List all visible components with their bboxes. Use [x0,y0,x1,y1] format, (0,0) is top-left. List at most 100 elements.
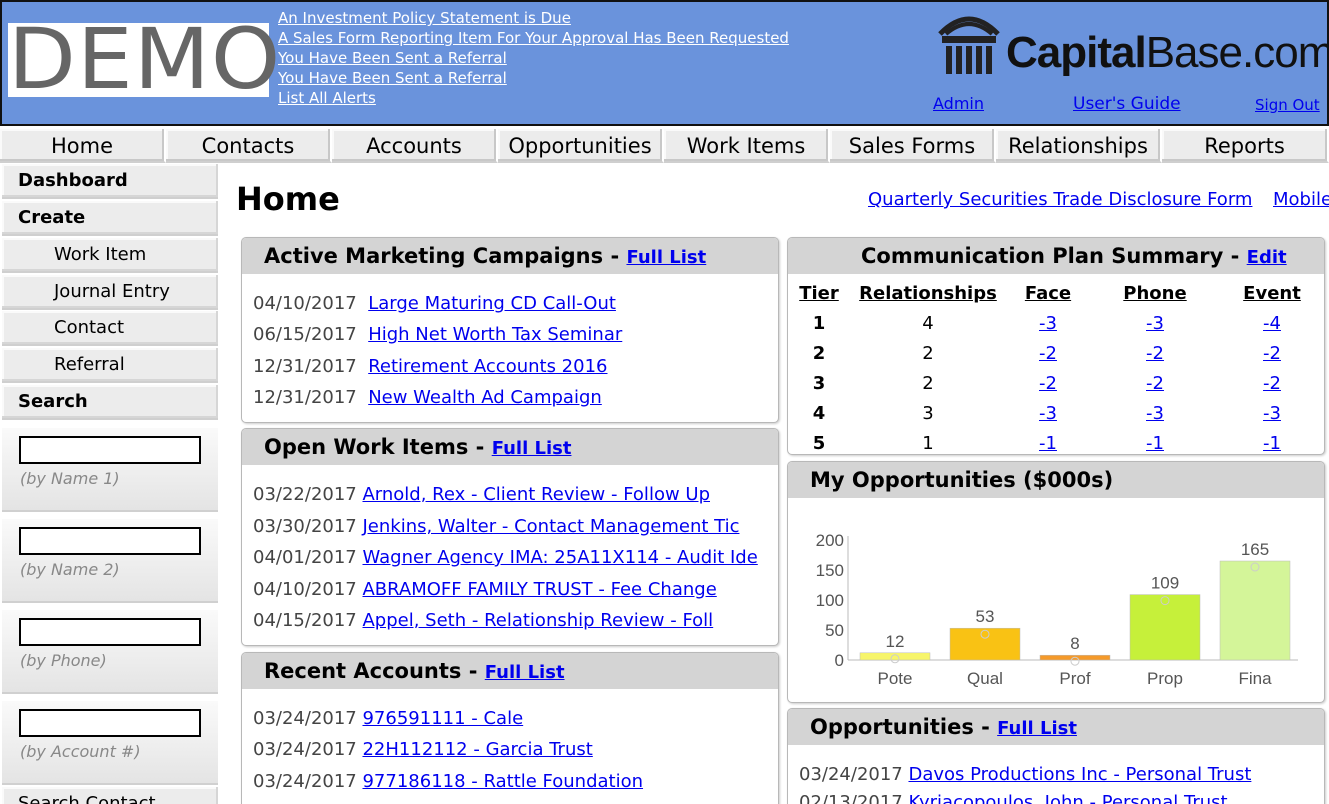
sidebar-create-header: Create [2,201,218,236]
users-guide-link[interactable]: User's Guide [1073,94,1181,114]
alert-link[interactable]: A Sales Form Reporting Item For Your App… [278,28,789,48]
column-building-icon [938,16,1000,74]
face-link[interactable]: -3 [1039,313,1057,334]
tab-reports[interactable]: Reports [1162,128,1329,163]
list-item: 06/15/2017 High Net Worth Tax Seminar [253,324,622,345]
search-box-name2: (by Name 2) [2,519,218,603]
alert-link[interactable]: An Investment Policy Statement is Due [278,8,789,28]
brand-rest: Base.com [1145,28,1329,77]
face-link[interactable]: -1 [1039,433,1057,454]
my-opportunities-panel: My Opportunities ($000s) 0 50 100 150 200 12 P… [787,461,1325,703]
event-link[interactable]: -2 [1263,343,1281,364]
campaigns-full-list-link[interactable]: Full List [626,247,706,268]
event-link[interactable]: -3 [1263,403,1281,424]
phone-link[interactable]: -3 [1146,313,1164,334]
tab-accounts[interactable]: Accounts [332,128,498,163]
demo-logo: DEMO [8,17,280,101]
search-contact-button[interactable]: Search Contact [2,787,218,804]
y-tick-label: 0 [835,651,844,670]
tab-sales-forms[interactable]: Sales Forms [830,128,996,163]
alert-link[interactable]: You Have Been Sent a Referral [278,68,789,88]
work-items-title: Open Work Items - [264,435,492,459]
admin-link[interactable]: Admin [933,94,984,113]
tab-contacts[interactable]: Contacts [166,128,332,163]
y-tick-label: 100 [816,591,844,610]
search-box-name1: (by Name 1) [2,428,218,512]
tab-work-items[interactable]: Work Items [664,128,830,163]
search-box-account: (by Account #) [2,701,218,785]
list-item: 12/31/2017 New Wealth Ad Campaign [253,387,602,408]
opportunities-title: Opportunities - [810,715,998,739]
opportunity-link[interactable]: Davos Productions Inc - Personal Trust [908,764,1251,785]
work-item-date: 04/15/2017 [253,610,357,631]
alerts-list: An Investment Policy Statement is Due A … [278,8,789,108]
work-item-link[interactable]: ABRAMOFF FAMILY TRUST - Fee Change [362,579,716,600]
sidebar-create-contact[interactable]: Contact [2,311,218,346]
phone-link[interactable]: -2 [1146,373,1164,394]
face-link[interactable]: -2 [1039,373,1057,394]
sign-out-link[interactable]: Sign Out [1255,96,1320,114]
y-tick-label: 150 [816,561,844,580]
tab-relationships[interactable]: Relationships [996,128,1162,163]
recent-accounts-full-list-link[interactable]: Full List [485,662,565,683]
tab-opportunities[interactable]: Opportunities [498,128,664,163]
x-tick-label: Prop [1147,669,1183,688]
search-name2-input[interactable] [19,527,201,555]
phone-link[interactable]: -2 [1146,343,1164,364]
sidebar-create-referral[interactable]: Referral [2,348,218,383]
tab-home[interactable]: Home [0,128,166,163]
campaigns-title: Active Marketing Campaigns - [264,244,627,268]
campaign-link[interactable]: Retirement Accounts 2016 [368,356,607,377]
search-name1-input[interactable] [19,436,201,464]
account-link[interactable]: 977186118 - Rattle Foundation [362,771,643,792]
opportunities-full-list-link[interactable]: Full List [997,718,1077,739]
bar-value-label: 8 [1070,634,1079,653]
list-all-alerts-link[interactable]: List All Alerts [278,88,789,108]
event-link[interactable]: -4 [1263,313,1281,334]
list-item: 03/24/2017 976591111 - Cale [253,708,523,729]
campaign-link[interactable]: Large Maturing CD Call-Out [368,293,616,314]
brand-name: CapitalBase.com [1006,28,1329,78]
campaign-link[interactable]: High Net Worth Tax Seminar [368,324,622,345]
opportunity-link[interactable]: Kyriacopoulos, John - Personal Trust [908,792,1227,804]
demo-logo-text: DEMO [8,10,282,108]
phone-link[interactable]: -3 [1146,403,1164,424]
account-link[interactable]: 976591111 - Cale [362,708,523,729]
work-items-full-list-link[interactable]: Full List [492,438,572,459]
work-item-link[interactable]: Appel, Seth - Relationship Review - Foll [362,610,713,631]
search-phone-input[interactable] [19,618,201,646]
work-item-link[interactable]: Jenkins, Walter - Contact Management Tic [362,516,739,537]
table-row: 5 1 -1 -1 -1 [788,428,1324,454]
relationships-cell: 3 [922,402,934,424]
comm-plan-edit-link[interactable]: Edit [1247,247,1287,268]
bar-value-label: 53 [976,607,995,626]
event-link[interactable]: -2 [1263,373,1281,394]
work-item-date: 04/10/2017 [253,579,357,600]
relationships-cell: 4 [922,312,934,334]
campaign-link[interactable]: New Wealth Ad Campaign [368,387,602,408]
disclosure-form-link[interactable]: Quarterly Securities Trade Disclosure Fo… [868,189,1252,210]
event-link[interactable]: -1 [1263,433,1281,454]
campaign-date: 04/10/2017 [253,293,357,314]
alert-link[interactable]: You Have Been Sent a Referral [278,48,789,68]
face-link[interactable]: -3 [1039,403,1057,424]
account-link[interactable]: 22H112112 - Garcia Trust [362,739,592,760]
sidebar-create-work-item[interactable]: Work Item [2,238,218,273]
campaign-date: 06/15/2017 [253,324,357,345]
tier-cell: 1 [812,312,826,334]
sidebar-create-journal-entry[interactable]: Journal Entry [2,275,218,310]
search-account-input[interactable] [19,709,201,737]
phone-link[interactable]: -1 [1146,433,1164,454]
face-link[interactable]: -2 [1039,343,1057,364]
work-item-link[interactable]: Wagner Agency IMA: 25A11X114 - Audit Ide [362,547,757,568]
work-item-link[interactable]: Arnold, Rex - Client Review - Follow Up [362,484,710,505]
sidebar-dashboard[interactable]: Dashboard [2,164,218,199]
y-tick-label: 50 [825,621,844,640]
bar-value-label: 165 [1241,540,1269,559]
comm-plan-title: Communication Plan Summary - [861,244,1247,268]
campaigns-header: Active Marketing Campaigns - Full List [242,238,778,274]
work-item-date: 04/01/2017 [253,547,357,568]
page-title: Home [236,180,340,218]
capitalbase-logo: CapitalBase.com [934,12,1329,82]
mobile-link[interactable]: Mobile [1273,189,1329,210]
